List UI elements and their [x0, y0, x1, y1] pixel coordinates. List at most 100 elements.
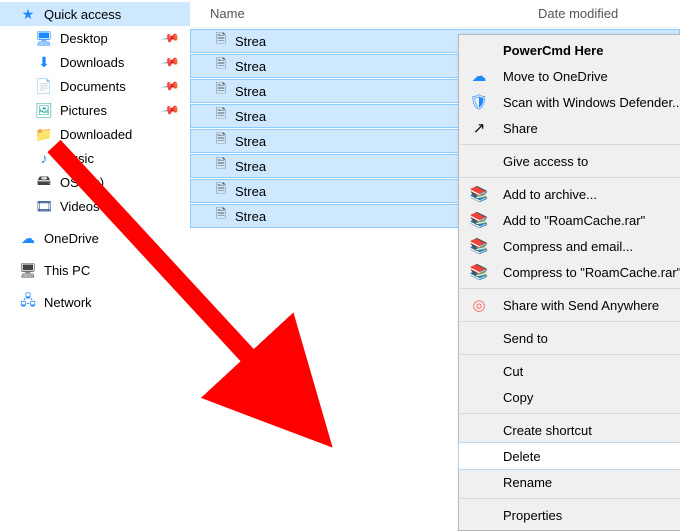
- menu-powercmd[interactable]: PowerCmd Here: [459, 37, 680, 63]
- drive-icon: 🖴: [34, 170, 54, 194]
- archive-icon: 📚: [469, 263, 489, 281]
- pin-icon: 📌: [160, 76, 180, 96]
- sidebar-label: Pictures: [60, 103, 107, 118]
- menu-compress-email[interactable]: 📚 Compress and email...: [459, 233, 680, 259]
- sidebar-label: Desktop: [60, 31, 108, 46]
- archive-icon: 📚: [469, 211, 489, 229]
- file-name: Strea: [235, 209, 287, 224]
- sidebar-label: This PC: [44, 263, 90, 278]
- pin-icon: 📌: [160, 100, 180, 120]
- menu-cut[interactable]: Cut: [459, 358, 680, 384]
- sidebar-label: Quick access: [44, 7, 121, 22]
- file-icon: 🗎: [211, 105, 231, 127]
- sidebar-onedrive[interactable]: ☁ OneDrive: [0, 226, 190, 250]
- pin-icon: 📌: [160, 52, 180, 72]
- menu-label: Add to "RoamCache.rar": [503, 213, 645, 228]
- menu-label: Send to: [503, 331, 548, 346]
- menu-add-to-roamcache[interactable]: 📚 Add to "RoamCache.rar": [459, 207, 680, 233]
- sidebar-item-os-c[interactable]: 🖴 OS (C:): [0, 170, 190, 194]
- file-icon: 🗎: [211, 155, 231, 177]
- navigation-pane: ★ Quick access 🖥 Desktop 📌 ⬇ Downloads 📌…: [0, 0, 190, 531]
- file-icon: 🗎: [211, 55, 231, 77]
- menu-share[interactable]: ↗ Share: [459, 115, 680, 141]
- sidebar-item-music[interactable]: ♪ Music: [0, 146, 190, 170]
- folder-icon: 📁: [34, 126, 54, 143]
- send-anywhere-icon: ◎: [469, 296, 489, 314]
- file-icon: 🗎: [211, 80, 231, 102]
- sidebar-item-pictures[interactable]: 🖼 Pictures 📌: [0, 98, 190, 122]
- file-icon: 🗎: [211, 180, 231, 202]
- menu-rename[interactable]: Rename: [459, 469, 680, 495]
- file-name: Strea: [235, 134, 287, 149]
- file-icon: 🗎: [211, 205, 231, 227]
- sidebar-label: Documents: [60, 79, 126, 94]
- file-name: Strea: [235, 184, 287, 199]
- pin-icon: 📌: [160, 28, 180, 48]
- sidebar-label: Downloaded: [60, 127, 132, 142]
- sidebar-item-downloaded[interactable]: 📁 Downloaded: [0, 122, 190, 146]
- pictures-icon: 🖼: [34, 102, 54, 119]
- sidebar-item-desktop[interactable]: 🖥 Desktop 📌: [0, 26, 190, 50]
- sidebar-label: Downloads: [60, 55, 124, 70]
- menu-separator: [460, 321, 680, 322]
- download-icon: ⬇: [34, 54, 54, 71]
- archive-icon: 📚: [469, 237, 489, 255]
- menu-send-anywhere[interactable]: ◎ Share with Send Anywhere: [459, 292, 680, 318]
- menu-properties[interactable]: Properties: [459, 502, 680, 528]
- file-name: Strea: [235, 59, 287, 74]
- sidebar-quick-access[interactable]: ★ Quick access: [0, 2, 190, 26]
- sidebar-item-downloads[interactable]: ⬇ Downloads 📌: [0, 50, 190, 74]
- menu-scan-defender[interactable]: 🛡 Scan with Windows Defender...: [459, 89, 680, 115]
- menu-separator: [460, 288, 680, 289]
- sidebar-item-documents[interactable]: 📄 Documents 📌: [0, 74, 190, 98]
- file-name: Strea: [235, 34, 287, 49]
- sidebar-item-videos[interactable]: 🎞 Videos: [0, 194, 190, 218]
- menu-label: Give access to: [503, 154, 588, 169]
- menu-label: Scan with Windows Defender...: [503, 95, 680, 110]
- menu-separator: [460, 498, 680, 499]
- menu-add-to-archive[interactable]: 📚 Add to archive...: [459, 181, 680, 207]
- context-menu: PowerCmd Here ☁ Move to OneDrive 🛡 Scan …: [458, 34, 680, 531]
- sidebar-label: Videos: [60, 199, 100, 214]
- shield-icon: 🛡: [469, 93, 489, 111]
- menu-label: Share with Send Anywhere: [503, 298, 659, 313]
- menu-send-to[interactable]: Send to ›: [459, 325, 680, 351]
- cloud-icon: ☁: [18, 230, 38, 247]
- file-name: Strea: [235, 84, 287, 99]
- menu-create-shortcut[interactable]: Create shortcut: [459, 417, 680, 443]
- archive-icon: 📚: [469, 185, 489, 203]
- menu-label: Move to OneDrive: [503, 69, 608, 84]
- menu-move-to-onedrive[interactable]: ☁ Move to OneDrive: [459, 63, 680, 89]
- explorer-window: ★ Quick access 🖥 Desktop 📌 ⬇ Downloads 📌…: [0, 0, 680, 531]
- sidebar-this-pc[interactable]: 🖥 This PC: [0, 258, 190, 282]
- menu-label: Share: [503, 121, 538, 136]
- file-list-pane: Name Date modified 🗎 Strea :21 PM 🗎 Stre…: [190, 0, 680, 531]
- menu-separator: [460, 144, 680, 145]
- file-icon: 🗎: [211, 130, 231, 152]
- pc-icon: 🖥: [18, 262, 38, 279]
- file-name: Strea: [235, 159, 287, 174]
- sidebar-label: Network: [44, 295, 92, 310]
- menu-copy[interactable]: Copy: [459, 384, 680, 410]
- menu-separator: [460, 413, 680, 414]
- menu-label: Compress and email...: [503, 239, 633, 254]
- file-name: Strea: [235, 109, 287, 124]
- documents-icon: 📄: [34, 78, 54, 95]
- sidebar-label: OS (C:): [60, 175, 104, 190]
- sidebar-network[interactable]: 🖧 Network: [0, 290, 190, 314]
- share-icon: ↗: [469, 119, 489, 137]
- music-icon: ♪: [34, 150, 54, 166]
- sidebar-label: Music: [60, 151, 94, 166]
- star-icon: ★: [18, 6, 38, 23]
- menu-separator: [460, 177, 680, 178]
- file-icon: 🗎: [211, 30, 231, 52]
- column-headers: Name Date modified: [190, 0, 680, 28]
- menu-separator: [460, 354, 680, 355]
- column-date[interactable]: Date modified: [538, 6, 680, 21]
- menu-compress-roamcache-email[interactable]: 📚 Compress to "RoamCache.rar" and email: [459, 259, 680, 285]
- menu-give-access-to[interactable]: Give access to ›: [459, 148, 680, 174]
- column-name[interactable]: Name: [210, 6, 538, 21]
- videos-icon: 🎞: [34, 198, 54, 215]
- menu-delete[interactable]: Delete: [459, 443, 680, 469]
- menu-label: Add to archive...: [503, 187, 597, 202]
